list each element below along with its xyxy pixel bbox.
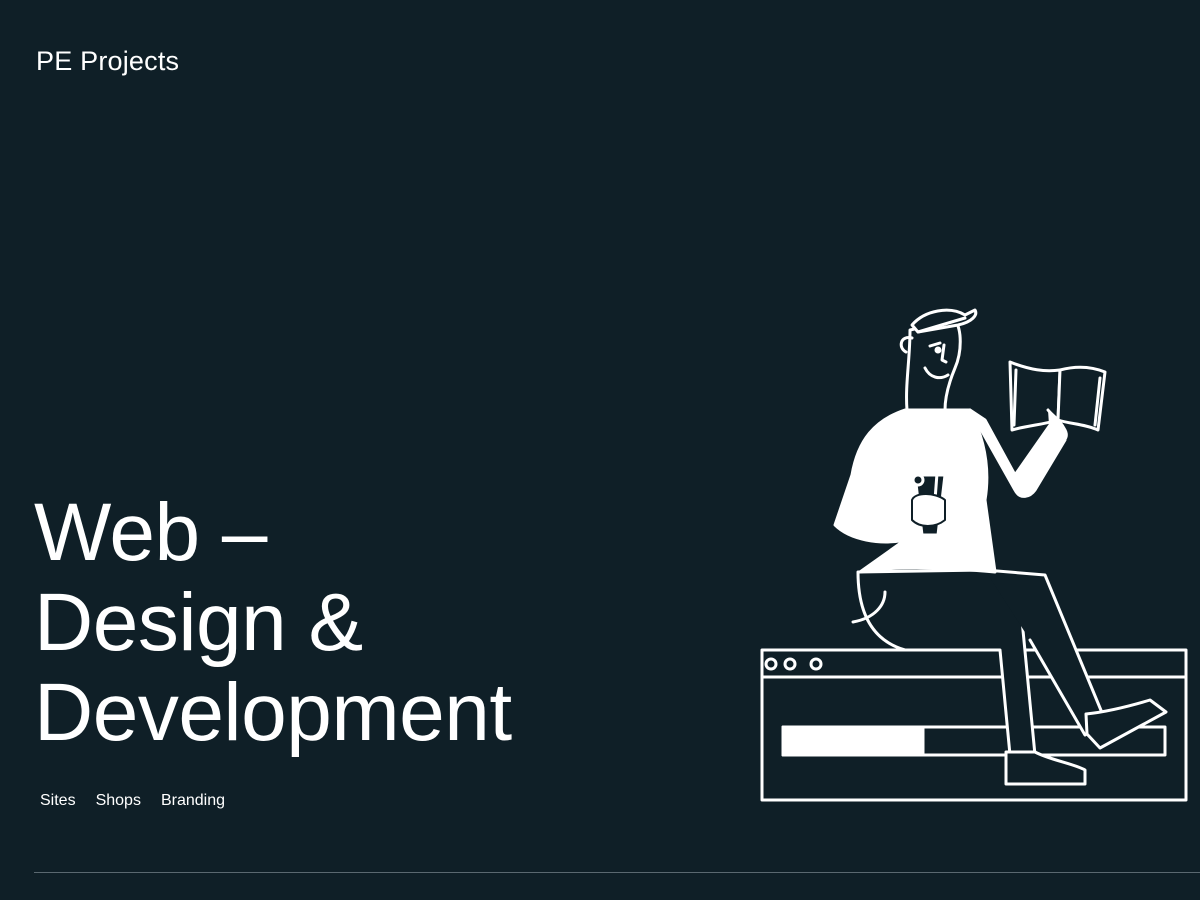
hero-title-line-3: Development (34, 667, 512, 758)
person-head-icon (899, 308, 978, 412)
hero-title: Web – Design & Development (34, 488, 512, 758)
tag-shops[interactable]: Shops (96, 790, 141, 812)
person-reading-on-browser-window-illustration (760, 308, 1188, 802)
book-icon (1008, 360, 1107, 444)
footer-divider (34, 872, 1200, 873)
person-torso-icon (833, 408, 1067, 574)
brand-logo-link[interactable]: PE Projects (36, 44, 179, 78)
hand-icon (911, 493, 946, 527)
hero-title-line-2: Design & (34, 577, 363, 668)
hero-title-line-1: Web – (34, 487, 268, 578)
tag-branding[interactable]: Branding (161, 790, 225, 812)
service-tags: Sites Shops Branding (40, 790, 225, 812)
tag-sites[interactable]: Sites (40, 790, 76, 812)
